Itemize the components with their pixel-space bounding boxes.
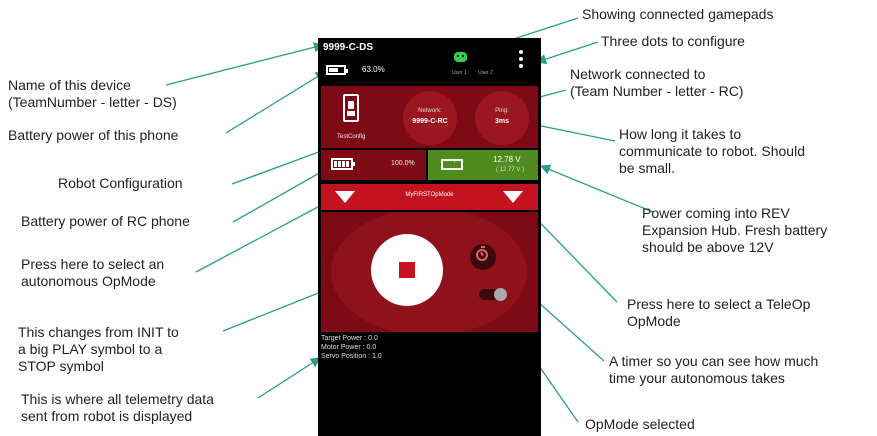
- ping-label: Ping:: [495, 108, 509, 114]
- note-network: Network connected to (Team Number - lett…: [570, 66, 743, 100]
- phone-battery-percent: 63.0%: [362, 65, 385, 74]
- robot-config-label: TestConfig: [337, 134, 366, 140]
- info-panel: TestConfig Network: 9999-C-RC Ping: 3ms: [321, 86, 538, 148]
- note-line: time your autonomous takes: [609, 370, 785, 386]
- note-phone-battery: Battery power of this phone: [8, 127, 179, 143]
- note-robot-config: Robot Configuration: [58, 175, 183, 191]
- arrow-three-dots: [535, 41, 599, 65]
- driver-station-screen: 9999-C-DS 63.0% User 1 User 2 TestConfig…: [318, 38, 541, 436]
- device-name: 9999-C-DS: [323, 42, 374, 53]
- note-line: How long it takes to: [619, 126, 742, 142]
- hub-voltage-secondary: ( 12.77 V ): [496, 167, 525, 173]
- init-play-stop-button[interactable]: [371, 234, 443, 306]
- ping-value: 3ms: [494, 118, 509, 125]
- opmode-bar: MyFIRSTOpMode: [321, 184, 538, 210]
- hub-voltage: 12.78 V: [493, 155, 521, 164]
- note-telemetry: This is where all telemetry data sent fr…: [21, 391, 214, 425]
- hub-voltage-panel: 12.78 V ( 12.77 V ): [428, 150, 538, 180]
- telemetry-line: Target Power : 0.0: [321, 335, 378, 342]
- note-line: (TeamNumber - letter - DS): [8, 94, 177, 110]
- phone-battery-icon: [326, 65, 348, 75]
- note-line: A timer so you can see how much: [609, 353, 819, 369]
- note-line: Press here to select a TeleOp: [627, 296, 811, 312]
- timer-toggle[interactable]: [479, 288, 507, 301]
- note-line: Press here to select an: [21, 256, 165, 272]
- timer-button[interactable]: [470, 244, 496, 270]
- stopwatch-icon: [476, 246, 488, 261]
- rc-battery-panel: 100.0%: [321, 150, 426, 180]
- battery-status-row: 100.0% 12.78 V ( 12.77 V ): [321, 150, 538, 180]
- note-line: Network connected to: [570, 66, 706, 82]
- note-device-name: Name of this device (TeamNumber - letter…: [8, 77, 177, 111]
- note-line: This changes from INIT to: [18, 324, 179, 340]
- telemetry-line: Servo Position : 1.0: [321, 353, 382, 360]
- note-teleop-opmode: Press here to select a TeleOp OpMode: [627, 296, 810, 330]
- arrow-phone-battery: [225, 71, 327, 134]
- note-line: autonomous OpMode: [21, 273, 156, 289]
- ping-indicator: Ping: 3ms: [475, 91, 529, 145]
- telemetry-area: Target Power : 0.0 Motor Power : 0.0 Ser…: [321, 334, 382, 361]
- note-line: sent from robot is displayed: [21, 408, 193, 424]
- note-rc-battery: Battery power of RC phone: [21, 213, 190, 229]
- note-timer: A timer so you can see how much time you…: [609, 353, 818, 387]
- note-ping: How long it takes to communicate to robo…: [619, 126, 805, 177]
- arrow-auto-opmode: [195, 199, 333, 273]
- arrow-rc-battery: [232, 166, 332, 223]
- note-hub-power: Power coming into REV Expansion Hub. Fre…: [642, 205, 827, 256]
- network-value: 9999-C-RC: [412, 118, 448, 125]
- arrow-device-name: [165, 42, 325, 86]
- note-line: should be above 12V: [642, 239, 774, 255]
- arrow-telemetry: [257, 357, 322, 399]
- rc-battery-icon: [331, 158, 355, 170]
- note-line: a big PLAY symbol to a: [18, 341, 163, 357]
- gamepad-user-2-label: User 2: [478, 70, 493, 76]
- note-init-play-stop: This changes from INIT to a big PLAY sym…: [18, 324, 179, 375]
- teleop-select-icon[interactable]: [503, 191, 523, 203]
- note-opmode-selected: OpMode selected: [585, 416, 695, 432]
- note-line: STOP symbol: [18, 358, 104, 374]
- more-options-icon[interactable]: [517, 50, 525, 72]
- rc-battery-percent: 100.0%: [391, 160, 415, 167]
- robot-config-icon[interactable]: [343, 94, 359, 122]
- note-line: This is where all telemetry data: [21, 391, 214, 407]
- note-gamepads: Showing connected gamepads: [582, 6, 774, 22]
- telemetry-line: Motor Power : 0.0: [321, 344, 377, 351]
- network-label: Network:: [418, 108, 442, 114]
- stop-icon: [399, 262, 415, 278]
- note-three-dots: Three dots to configure: [601, 33, 745, 49]
- hub-battery-icon: [441, 158, 463, 170]
- gamepad-user-1-label: User 1: [452, 70, 467, 76]
- note-line: Power coming into REV: [642, 205, 790, 221]
- note-line: communicate to robot. Should: [619, 143, 805, 159]
- note-auto-opmode: Press here to select an autonomous OpMod…: [21, 256, 164, 290]
- network-indicator: Network: 9999-C-RC: [403, 91, 457, 145]
- note-line: (Team Number - letter - RC): [570, 83, 744, 99]
- note-line: Name of this device: [8, 77, 131, 93]
- note-line: be small.: [619, 160, 676, 176]
- note-line: OpMode: [627, 313, 681, 329]
- note-line: Expansion Hub. Fresh battery: [642, 222, 828, 238]
- gamepad-icon: [454, 52, 467, 62]
- control-panel: [321, 212, 538, 332]
